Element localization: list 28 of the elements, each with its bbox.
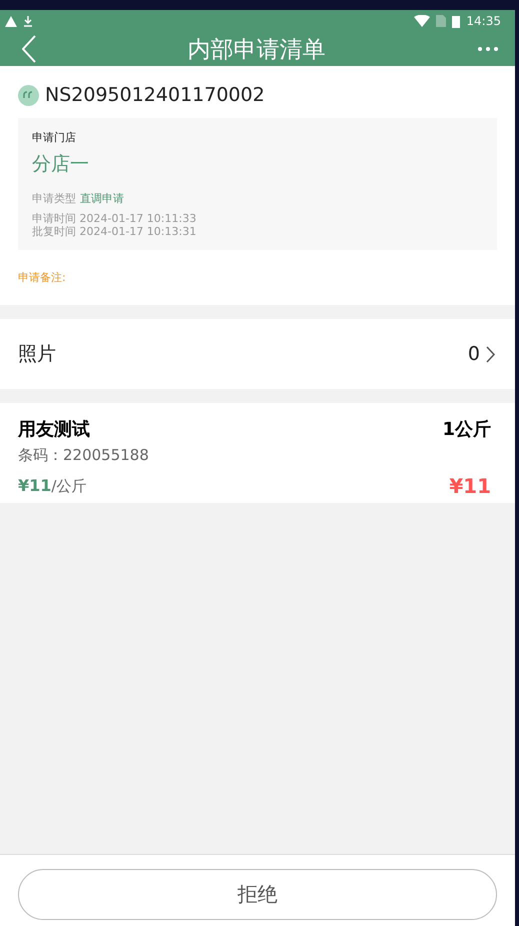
no-sim-icon — [436, 15, 446, 27]
wifi-icon — [414, 15, 430, 27]
time-line: 申请时间 2024-01-17 10:11:33 — [32, 212, 196, 225]
photos-label: 照片 — [18, 342, 57, 367]
download-icon — [23, 16, 33, 26]
remark-label: 申请备注: — [18, 270, 66, 285]
photo-count: 0 — [468, 343, 480, 365]
store-name: 分店一 — [32, 152, 89, 177]
order-number: NS2095012401170002 — [45, 84, 265, 106]
battery-icon — [452, 14, 460, 28]
item-quantity: 1公斤 — [442, 418, 491, 442]
store-label: 申请门店 — [32, 130, 76, 145]
item-total: ¥11 — [448, 474, 491, 500]
unit-price: ¥11 — [18, 476, 52, 495]
page-title: 内部申请清单 — [186, 36, 326, 64]
quote-icon — [18, 84, 39, 106]
warning-icon — [5, 16, 17, 26]
back-icon[interactable] — [22, 35, 36, 63]
reject-button[interactable]: 拒绝 — [18, 869, 497, 920]
more-icon[interactable] — [477, 46, 499, 52]
type-value: 直调申请 — [80, 191, 124, 206]
chevron-right-icon[interactable] — [486, 346, 495, 362]
type-label: 申请类型 — [32, 191, 76, 206]
item-barcode: 条码：220055188 — [18, 446, 150, 466]
status-time: 14:35 — [466, 14, 501, 28]
item-name: 用友测试 — [18, 418, 91, 442]
time-line: 批复时间 2024-01-17 10:13:31 — [32, 225, 196, 238]
price-unit: /公斤 — [51, 477, 86, 496]
